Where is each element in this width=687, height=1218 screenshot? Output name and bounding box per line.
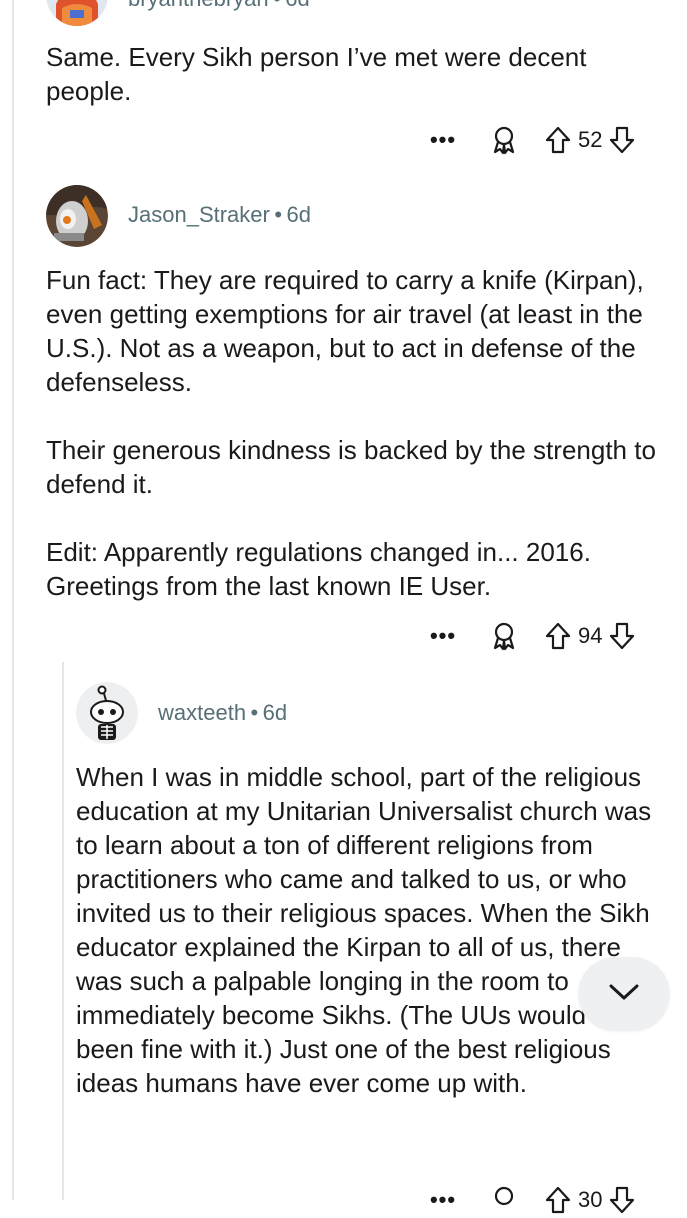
downvote-arrow-icon[interactable] (606, 1184, 638, 1216)
comment-username[interactable]: bryanthebryan (128, 0, 269, 11)
award-icon[interactable] (488, 1184, 520, 1216)
comment-paragraph: When I was in middle school, part of the… (76, 762, 652, 1098)
comment-paragraph: Their generous kindness is backed by the… (46, 435, 656, 499)
comment-age: 6d (262, 700, 288, 725)
comment-username[interactable]: waxteeth (158, 700, 246, 725)
upvote-arrow-icon[interactable] (542, 124, 574, 156)
thread-line (12, 0, 14, 1200)
comment-actions: ••• 52 (428, 122, 638, 158)
upvote-arrow-icon[interactable] (542, 1184, 574, 1216)
more-options-button[interactable]: ••• (428, 1187, 458, 1213)
more-options-button[interactable]: ••• (428, 623, 458, 649)
vote-score: 30 (578, 1187, 603, 1212)
avatar[interactable] (46, 185, 108, 247)
separator-dot: • (274, 202, 283, 227)
more-options-button[interactable]: ••• (428, 127, 458, 153)
vote-score: 94 (578, 623, 603, 648)
comment-age: 6d (285, 0, 309, 11)
award-icon[interactable] (488, 620, 520, 652)
upvote-arrow-icon[interactable] (542, 620, 574, 652)
separator-dot: • (273, 0, 281, 11)
comment-actions: ••• 30 (428, 1182, 638, 1218)
comment-body: Same. Every Sikh person I’ve met were de… (46, 40, 666, 108)
comment-paragraph: Edit: Apparently regulations changed in.… (46, 537, 591, 601)
comment-body: Fun fact: They are required to carry a k… (46, 263, 676, 603)
nested-thread-line (62, 662, 64, 1200)
downvote-arrow-icon[interactable] (606, 124, 638, 156)
comment-paragraph: Fun fact: They are required to carry a k… (46, 265, 644, 397)
avatar[interactable] (46, 0, 108, 26)
avatar[interactable] (76, 682, 138, 744)
comment-age: 6d (286, 202, 311, 227)
award-icon[interactable] (488, 124, 520, 156)
comment-username[interactable]: Jason_Straker (128, 202, 270, 227)
comment-paragraph: Same. Every Sikh person I’ve met were de… (46, 42, 587, 106)
separator-dot: • (250, 700, 259, 725)
comment-actions: ••• 94 (428, 618, 638, 654)
comment-body: When I was in middle school, part of the… (76, 760, 666, 1100)
vote-score: 52 (578, 127, 603, 152)
chevron-down-icon (607, 982, 641, 1007)
jump-next-comment-button[interactable] (578, 957, 670, 1031)
downvote-arrow-icon[interactable] (606, 620, 638, 652)
